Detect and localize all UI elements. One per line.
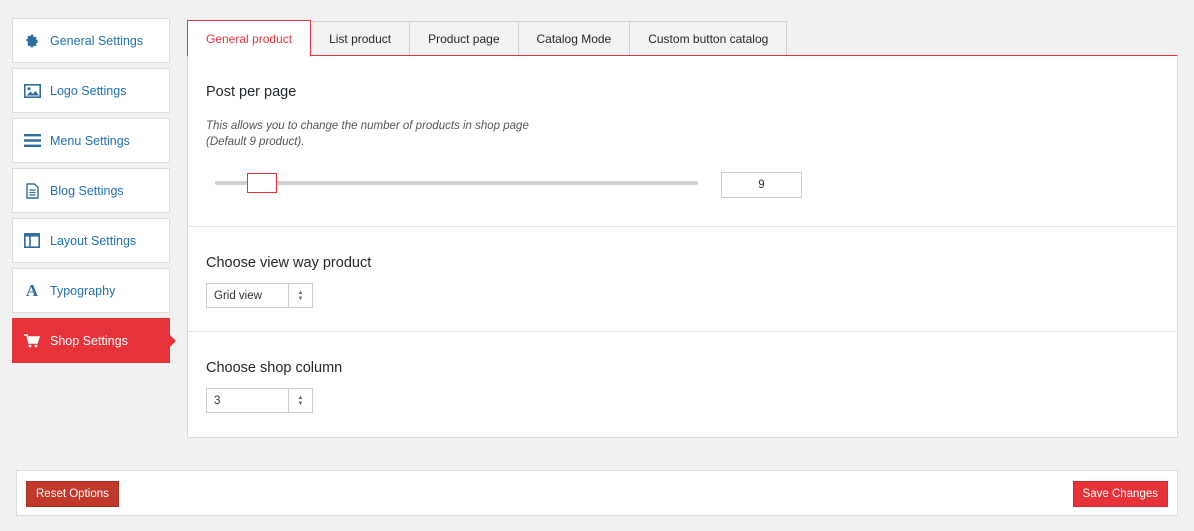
select-value: 3 bbox=[214, 394, 221, 407]
updown-arrows-icon: ▲ ▼ bbox=[288, 389, 312, 412]
updown-arrows-icon: ▲ ▼ bbox=[288, 284, 312, 307]
description-line: (Default 9 product). bbox=[206, 136, 305, 148]
view-way-title: Choose view way product bbox=[206, 255, 372, 271]
tab-general-product[interactable]: General product bbox=[187, 20, 312, 57]
shop-column-section: Choose shop column 3 ▲ ▼ bbox=[188, 332, 1177, 437]
tab-product-page[interactable]: Product page bbox=[410, 21, 519, 57]
save-changes-button[interactable]: Save Changes bbox=[1072, 481, 1168, 507]
sidebar-item-label: General Settings bbox=[50, 33, 144, 48]
settings-panel: Post per page This allows you to change … bbox=[187, 55, 1178, 438]
gear-icon bbox=[23, 32, 41, 50]
slider-track[interactable] bbox=[215, 181, 698, 185]
sidebar-item-logo-settings[interactable]: Logo Settings bbox=[12, 68, 170, 113]
sidebar-item-blog-settings[interactable]: Blog Settings bbox=[12, 168, 170, 213]
sidebar-item-general-settings[interactable]: General Settings bbox=[12, 18, 170, 63]
sidebar-item-typography[interactable]: A Typography bbox=[12, 268, 170, 313]
post-per-page-title: Post per page bbox=[206, 84, 297, 100]
reset-options-button[interactable]: Reset Options bbox=[26, 481, 119, 507]
post-per-page-slider-row: 9 bbox=[206, 172, 1159, 198]
sidebar-item-label: Typography bbox=[50, 283, 116, 298]
view-way-select[interactable]: Grid view ▲ ▼ bbox=[206, 283, 313, 308]
slider-handle[interactable] bbox=[247, 173, 277, 193]
document-icon bbox=[23, 182, 41, 200]
tab-custom-button-catalog[interactable]: Custom button catalog bbox=[630, 21, 788, 57]
typography-icon: A bbox=[25, 280, 39, 300]
select-value: Grid view bbox=[214, 289, 262, 302]
cart-icon bbox=[23, 332, 41, 350]
sidebar-item-label: Menu Settings bbox=[50, 133, 130, 148]
menu-icon bbox=[23, 132, 41, 150]
options-footer: Reset Options Save Changes bbox=[16, 470, 1178, 516]
sidebar-item-label: Blog Settings bbox=[50, 183, 124, 198]
tab-list-product[interactable]: List product bbox=[311, 21, 411, 57]
sidebar-item-label: Layout Settings bbox=[50, 233, 137, 248]
sidebar-item-label: Shop Settings bbox=[50, 333, 128, 348]
shop-column-title: Choose shop column bbox=[206, 360, 343, 376]
sidebar-item-shop-settings[interactable]: Shop Settings bbox=[12, 318, 176, 363]
shop-column-select[interactable]: 3 ▲ ▼ bbox=[206, 388, 313, 413]
sidebar-item-layout-settings[interactable]: Layout Settings bbox=[12, 218, 170, 263]
description-line: This allows you to change the number of … bbox=[206, 120, 529, 132]
post-per-page-input[interactable]: 9 bbox=[721, 172, 802, 198]
sidebar-item-menu-settings[interactable]: Menu Settings bbox=[12, 118, 170, 163]
layout-icon bbox=[23, 232, 41, 250]
tab-bar: General product List product Product pag… bbox=[187, 20, 788, 57]
post-per-page-section: Post per page This allows you to change … bbox=[188, 56, 1177, 227]
image-icon bbox=[23, 82, 41, 100]
settings-sidebar: General Settings Logo Settings Menu Sett… bbox=[12, 18, 176, 368]
view-way-section: Choose view way product Grid view ▲ ▼ bbox=[188, 227, 1177, 332]
post-per-page-description: This allows you to change the number of … bbox=[206, 118, 1159, 150]
sidebar-item-label: Logo Settings bbox=[50, 83, 127, 98]
tab-catalog-mode[interactable]: Catalog Mode bbox=[518, 21, 631, 57]
